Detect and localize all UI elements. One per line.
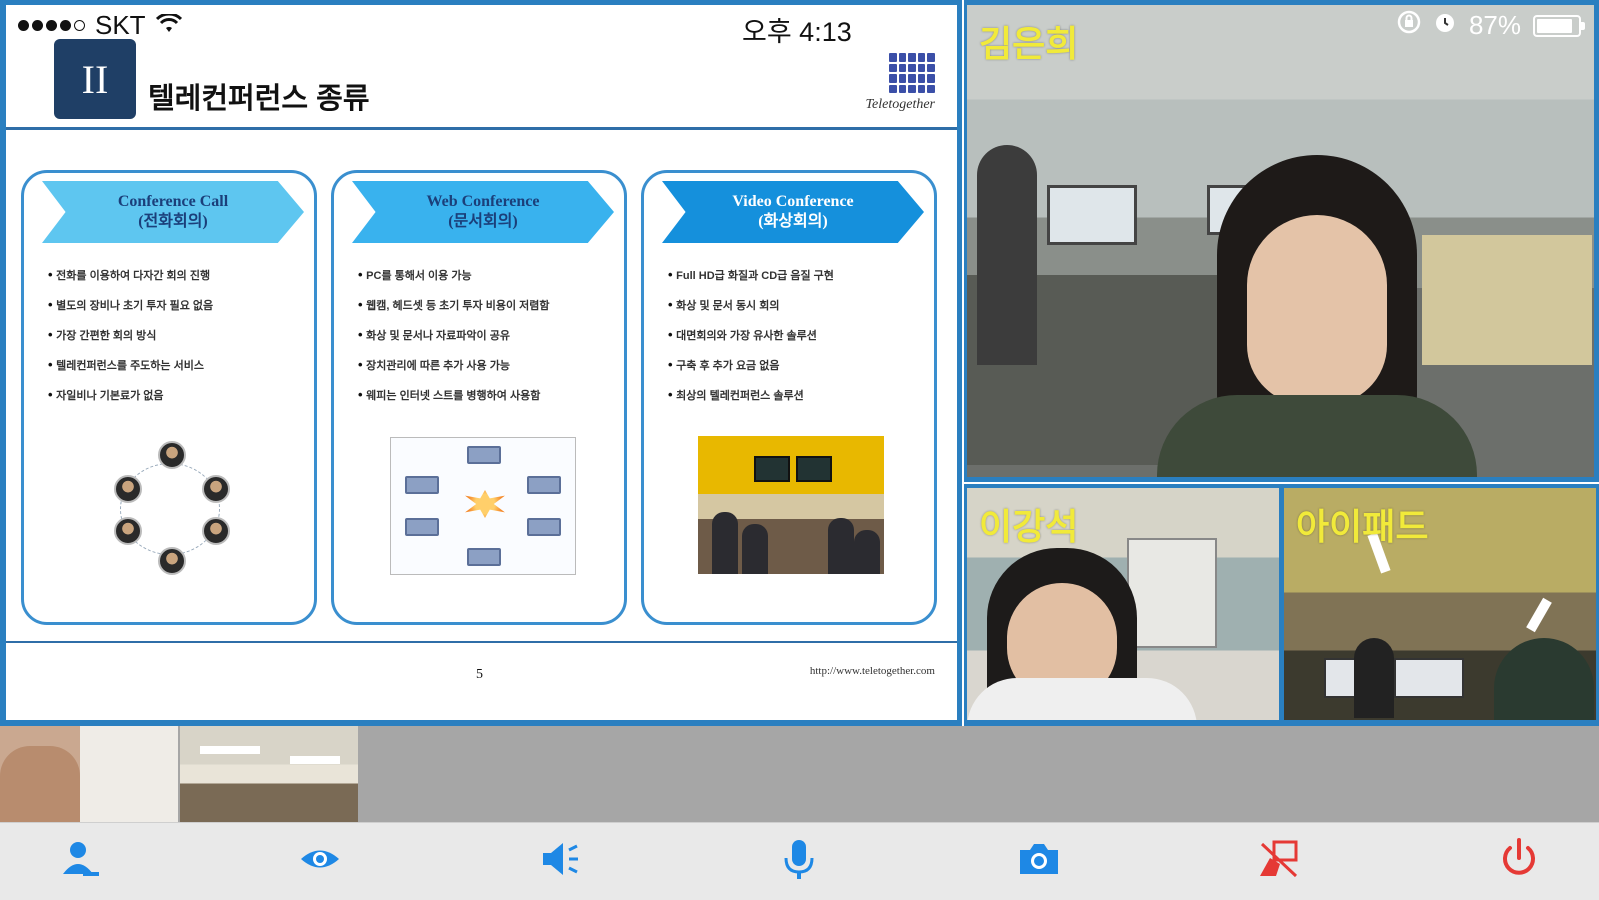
teletogether-logo-icon [889, 53, 935, 93]
participants-button[interactable] [48, 830, 112, 894]
view-icon [297, 836, 343, 887]
bullet-item: 웹캠, 헤드셋 등 초기 투자 비용이 저렴함 [358, 295, 613, 325]
power-icon [1496, 836, 1542, 887]
card-title-en: Video Conference [732, 193, 854, 210]
bottom-toolbar [0, 822, 1599, 900]
participant-name-tile-2: 아이패드 [1296, 506, 1429, 547]
bullet-item: 장치관리에 따른 추가 사용 가능 [358, 355, 613, 385]
bullet-item: 전화를 이용하여 다자간 회의 진행 [48, 265, 303, 295]
battery-icon [1533, 14, 1585, 37]
video-feed: 아이패드 [1284, 488, 1596, 720]
slide-page-number: 5 [476, 667, 483, 682]
participant-name-main: 김은희 [979, 23, 1079, 64]
power-button[interactable] [1487, 830, 1551, 894]
wifi-icon [155, 10, 182, 41]
view-button[interactable] [288, 830, 352, 894]
video-tile-2[interactable]: 아이패드 [1281, 484, 1599, 726]
card-banner: Web Conference (문서회의) [352, 181, 614, 243]
logo-text: Teletogether [865, 97, 935, 112]
conference-type-cards: Conference Call (전화회의) 전화를 이용하여 다자간 회의 진… [21, 170, 937, 625]
speaker-button[interactable] [528, 830, 592, 894]
bullet-item: 최상의 텔레컨퍼런스 솔루션 [668, 385, 923, 415]
carrier-label: SKT [95, 10, 146, 40]
thumbnail-strip[interactable] [0, 726, 1599, 822]
video-tile-main[interactable]: 김은희 [964, 0, 1599, 482]
bullet-item: 대면회의와 가장 유사한 솔루션 [668, 325, 923, 355]
slide-footer-rule [6, 641, 957, 643]
bullet-item: 화상 및 문서나 자료파악이 공유 [358, 325, 613, 355]
bullet-item: 화상 및 문서 동시 회의 [668, 295, 923, 325]
card-banner: Conference Call (전화회의) [42, 181, 304, 243]
camera-icon [1016, 836, 1062, 887]
card-title-en: Web Conference [426, 193, 540, 210]
participant-thumbnail[interactable] [0, 726, 178, 822]
camera-button[interactable] [1007, 830, 1071, 894]
card-conference-call: Conference Call (전화회의) 전화를 이용하여 다자간 회의 진… [21, 170, 317, 625]
bullet-item: Full HD급 화질과 CD급 음질 구현 [668, 265, 923, 295]
card-title-ko: (화상회의) [758, 213, 828, 230]
bullet-item: 자일비나 기본료가 없음 [48, 385, 303, 415]
bullet-item: 가장 간편한 회의 방식 [48, 325, 303, 355]
card-title-ko: (문서회의) [448, 213, 518, 230]
microphone-button[interactable] [767, 830, 831, 894]
card-web-conference: Web Conference (문서회의) PC를 통해서 이용 가능 웹캠, … [331, 170, 627, 625]
rotation-lock-icon [1397, 10, 1421, 41]
speaker-icon [537, 836, 583, 887]
participant-name-tile-1: 이강석 [979, 506, 1079, 547]
bullet-item: PC를 통해서 이용 가능 [358, 265, 613, 295]
slide-footer-url: http://www.teletogether.com [809, 665, 935, 677]
video-feed: 김은희 [967, 5, 1594, 477]
shared-slide-panel[interactable]: II 텔레컨퍼런스 종류 Teletogether Conference Cal… [0, 0, 962, 726]
participant-thumbnail[interactable] [180, 726, 358, 822]
web-conference-network-diagram [390, 437, 576, 575]
video-conference-photo [698, 436, 884, 574]
card-bullets: Full HD급 화질과 CD급 음질 구현 화상 및 문서 동시 회의 대면회… [668, 265, 923, 415]
conference-call-diagram [92, 441, 252, 581]
signal-dots-icon [18, 20, 85, 31]
video-feed: 이강석 [967, 488, 1279, 720]
card-video-conference: Video Conference (화상회의) Full HD급 화질과 CD급… [641, 170, 937, 625]
slide-title: 텔레컨퍼런스 종류 [148, 83, 370, 115]
status-left: SKT [18, 10, 182, 41]
section-numeral: II [54, 39, 136, 119]
battery-percent: 87% [1468, 10, 1521, 40]
participants-icon [57, 836, 103, 887]
card-banner: Video Conference (화상회의) [662, 181, 924, 243]
status-right: 87% [1397, 10, 1585, 41]
stop-share-icon [1256, 836, 1302, 887]
bullet-item: 구축 후 추가 요금 없음 [668, 355, 923, 385]
bullet-item: 텔레컨퍼런스를 주도하는 서비스 [48, 355, 303, 385]
card-bullets: 전화를 이용하여 다자간 회의 진행 별도의 장비나 초기 투자 필요 없음 가… [48, 265, 303, 415]
bullet-item: 별도의 장비나 초기 투자 필요 없음 [48, 295, 303, 325]
slide-content: II 텔레컨퍼런스 종류 Teletogether Conference Cal… [6, 5, 957, 720]
card-title-ko: (전화회의) [138, 213, 208, 230]
card-title-en: Conference Call [117, 193, 229, 210]
alarm-icon [1433, 10, 1457, 41]
stop-share-button[interactable] [1247, 830, 1311, 894]
card-bullets: PC를 통해서 이용 가능 웹캠, 헤드셋 등 초기 투자 비용이 저렴함 화상… [358, 265, 613, 415]
video-tile-1[interactable]: 이강석 [964, 484, 1282, 726]
microphone-icon [776, 836, 822, 887]
bullet-item: 웨피는 인터넷 스트를 병행하여 사용함 [358, 385, 613, 415]
